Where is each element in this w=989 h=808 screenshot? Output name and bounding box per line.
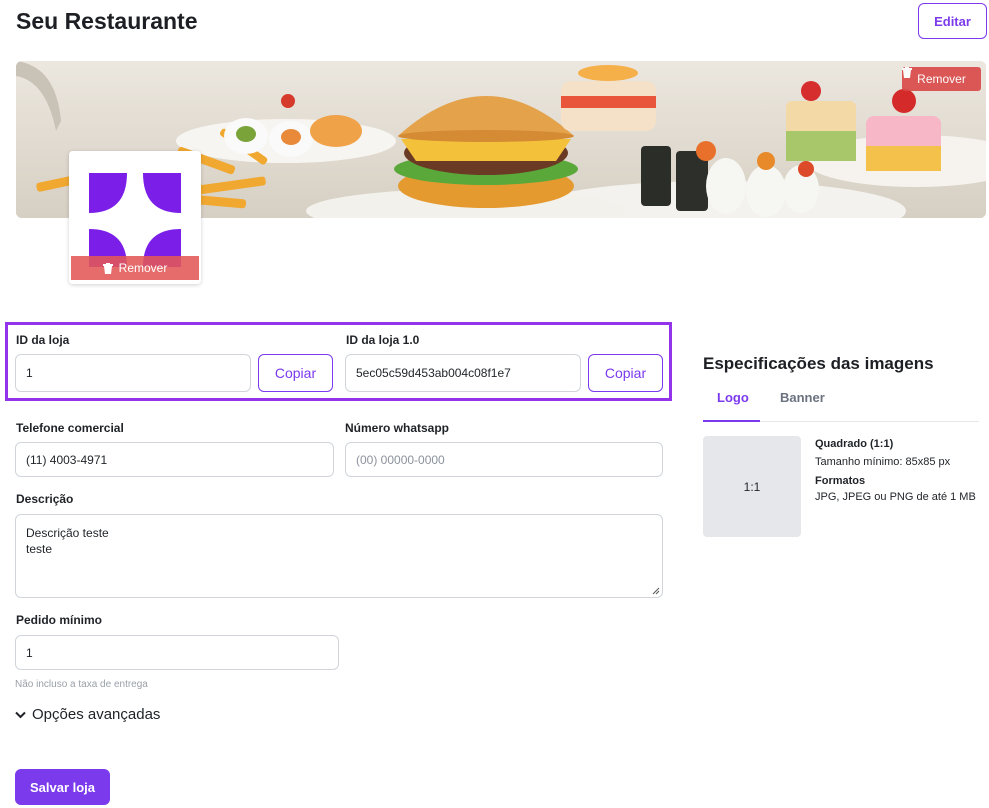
copy-store-id-v1-button[interactable]: Copiar	[588, 354, 663, 392]
phone-label: Telefone comercial	[16, 421, 124, 435]
advanced-options-toggle[interactable]: Opções avançadas	[15, 706, 160, 723]
advanced-options-label: Opções avançadas	[32, 706, 161, 723]
shape-title: Quadrado (1:1)	[815, 438, 894, 450]
whatsapp-input[interactable]: (00) 00000-0000	[345, 442, 663, 477]
logo-remove-button[interactable]: Remover	[71, 256, 199, 280]
banner-remove-label: Remover	[917, 72, 966, 86]
min-order-label: Pedido mínimo	[16, 613, 103, 627]
min-order-hint: Não incluso a taxa de entrega	[15, 679, 148, 690]
formats-title: Formatos	[815, 475, 866, 487]
store-id-v1-label: ID da loja 1.0	[346, 333, 420, 347]
tab-logo[interactable]: Logo	[717, 390, 749, 405]
ratio-preview: 1:1	[703, 436, 801, 537]
store-id-v1-input[interactable]: 5ec05c59d453ab004c08f1e7	[345, 354, 581, 392]
formats-text: JPG, JPEG ou PNG de até 1 MB	[815, 491, 976, 503]
description-line: Descrição teste	[26, 526, 109, 540]
logo-card: Remover	[69, 151, 201, 284]
tab-banner[interactable]: Banner	[780, 390, 825, 405]
copy-store-id-button[interactable]: Copiar	[258, 354, 333, 392]
resize-handle-icon[interactable]	[652, 587, 660, 595]
banner-remove-button[interactable]: Remover	[902, 67, 981, 91]
save-store-button[interactable]: Salvar loja	[15, 769, 110, 805]
min-size-text: Tamanho mínimo: 85x85 px	[815, 456, 951, 468]
store-id-input[interactable]: 1	[15, 354, 251, 392]
trash-icon	[102, 262, 113, 274]
chevron-down-icon	[15, 711, 26, 718]
trash-icon	[902, 67, 912, 78]
ratio-label: 1:1	[743, 479, 761, 494]
description-line: teste	[26, 542, 53, 556]
min-order-input[interactable]: 1	[15, 635, 339, 670]
edit-button[interactable]: Editar	[918, 3, 987, 39]
whatsapp-label: Número whatsapp	[345, 421, 450, 435]
page-title: Seu Restaurante	[16, 8, 198, 34]
description-label: Descrição	[16, 492, 74, 506]
store-id-label: ID da loja	[16, 333, 70, 347]
logo-remove-label: Remover	[118, 261, 168, 275]
image-specs-title: Especificações das imagens	[703, 354, 934, 373]
active-tab-indicator	[703, 420, 760, 422]
description-textarea[interactable]: Descrição teste teste	[15, 514, 663, 598]
phone-input[interactable]: (11) 4003-4971	[15, 442, 334, 477]
